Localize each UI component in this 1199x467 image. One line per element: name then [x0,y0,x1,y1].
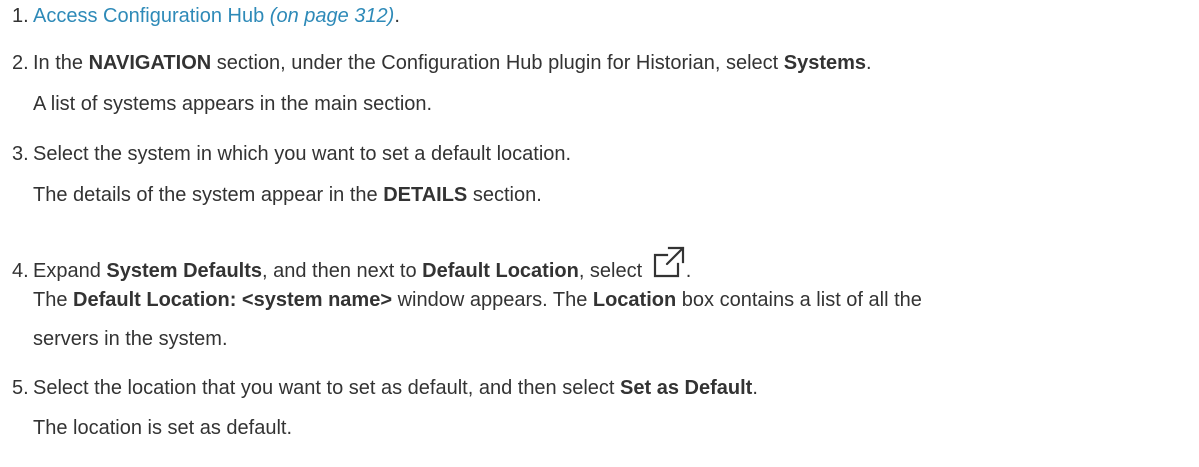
step-4-result-text: window appears. The [392,289,593,311]
step-2-text: section, under the Configuration Hub plu… [211,52,784,74]
open-in-new-window-icon [652,246,686,279]
step-2-line: 2. In the NAVIGATION section, under the C… [12,51,872,75]
step-3-text: Select the system in which you want to s… [33,143,572,165]
set-as-default-keyword: Set as Default [620,377,753,399]
systems-keyword: Systems [783,52,867,74]
step-4-result-text: box contains a list of all the [676,289,922,311]
step-4-result-line-2: servers in the system. [33,328,228,350]
step-4-result-text: The [33,289,74,311]
step-2-result: A list of systems appears in the main se… [33,93,433,115]
navigation-keyword: NAVIGATION [88,52,212,74]
step-number: 2. [12,52,29,74]
page-reference-link[interactable]: (on page 312) [270,5,395,27]
step-1-period: . [394,5,400,27]
step-number: 3. [12,143,29,165]
document-page: 1. Access Configuration Hub (on page 312)… [0,0,1199,467]
step-5-result: The location is set as default. [33,417,293,439]
step-number: 5. [12,377,29,399]
step-3-result-text: section. [467,184,542,206]
step-3-result-text: The details of the system appear in the [33,184,384,206]
step-number: 1. [12,5,29,27]
step-2-period: . [866,52,872,74]
details-keyword: DETAILS [383,184,468,206]
step-5-text: Select the location that you want to set… [33,377,621,399]
step-4-text: , select [578,260,648,282]
step-3-result: The details of the system appear in the … [33,183,542,207]
step-5-period: . [752,377,758,399]
step-4-text: , and then next to [262,260,423,282]
step-1-line: 1. Access Configuration Hub (on page 312)… [12,4,400,28]
access-configuration-hub-link[interactable]: Access Configuration Hub [33,5,264,27]
step-2-text: In the [33,52,89,74]
step-4-period: . [685,260,692,282]
default-location-window-keyword: Default Location: <system name> [73,289,393,311]
step-5-line: 5. Select the location that you want to s… [12,376,758,400]
location-keyword: Location [592,289,677,311]
default-location-keyword: Default Location [422,260,579,282]
step-number: 4. [12,260,29,282]
step-4-line: 4. Expand System Defaults, and then next … [12,246,692,283]
step-4-text: Expand [33,260,107,282]
step-4-result-line-1: The Default Location: <system name> wind… [33,288,922,312]
system-defaults-keyword: System Defaults [106,260,263,282]
step-3-line: 3. Select the system in which you want to… [12,142,571,166]
